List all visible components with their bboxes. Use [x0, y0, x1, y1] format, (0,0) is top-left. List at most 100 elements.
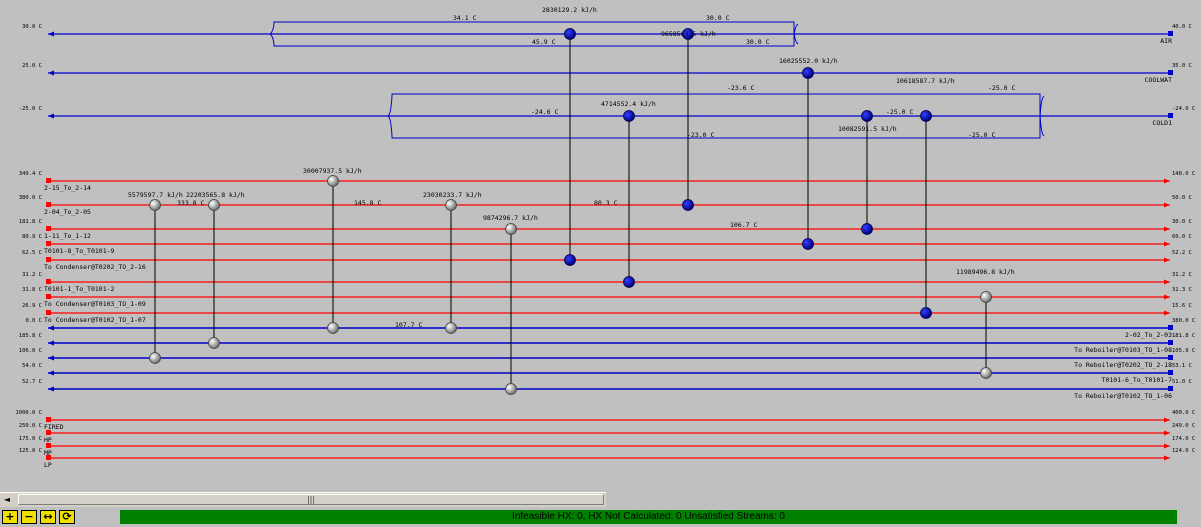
stream-source-marker[interactable]	[1168, 113, 1173, 118]
stream-to-reboiler-t0103-to-1-08[interactable]: 185.8 C 181.8 C To Reboiler@T0103_TO_1-08	[19, 333, 1195, 354]
stream-source-marker[interactable]	[46, 310, 51, 315]
stream-source-marker[interactable]	[1168, 355, 1173, 360]
stream-2-15-to-2-14[interactable]: 349.4 C 140.0 C 2-15_To_2-14	[19, 171, 1195, 192]
stream-right-temperature: 249.0 C	[1172, 423, 1195, 429]
exchanger-node[interactable]	[802, 67, 814, 79]
stream-source-marker[interactable]	[46, 417, 51, 422]
exchanger-node[interactable]	[682, 199, 694, 211]
zoom-out-button[interactable]: −	[21, 510, 37, 524]
heat-exchanger[interactable]: 9874296.7 kJ/h	[483, 214, 538, 395]
heat-exchanger[interactable]: 30007937.5 kJ/h	[303, 167, 362, 334]
stream-t0101-6-to-t0101-7[interactable]: 54.0 C 53.1 C T0101-6_To_T0101-7	[22, 363, 1192, 384]
heat-exchanger[interactable]: 5579597.7 kJ/h	[128, 191, 183, 364]
exchanger-node[interactable]	[327, 322, 339, 334]
exchanger-node[interactable]	[564, 28, 576, 40]
exchanger-node[interactable]	[920, 110, 932, 122]
heat-exchanger[interactable]: 23030233.7 kJ/h	[423, 191, 482, 334]
stream-arrow-icon	[48, 355, 54, 361]
stream-source-marker[interactable]	[46, 294, 51, 299]
stream-source-marker[interactable]	[46, 226, 51, 231]
stream-right-temperature: 53.1 C	[1172, 363, 1192, 369]
intermediate-temperature: 45.9 C	[532, 38, 556, 46]
stream-to-reboiler-t0202-to-2-18[interactable]: 106.0 C 105.9 C To Reboiler@T0202_TO_2-18	[19, 348, 1195, 369]
exchanger-duty-label: 22203565.8 kJ/h	[186, 191, 245, 199]
exchanger-node[interactable]	[802, 238, 814, 250]
stream-source-marker[interactable]	[46, 178, 51, 183]
heat-exchanger[interactable]: 22203565.8 kJ/h	[186, 191, 245, 349]
stream-mp[interactable]: 175.0 C 174.0 CMP	[19, 436, 1195, 457]
stream-left-temperature: 31.8 C	[22, 287, 42, 293]
heat-exchanger[interactable]: 4714552.4 kJ/h	[601, 100, 656, 288]
stream-source-marker[interactable]	[1168, 31, 1173, 36]
exchanger-node[interactable]	[208, 337, 220, 349]
stream-lp[interactable]: 125.0 C 124.0 C LP	[19, 448, 1195, 469]
exchanger-node[interactable]	[564, 254, 576, 266]
stream-left-temperature: 62.5 C	[22, 250, 42, 256]
stream-name: To Condenser@T0202_TO_2-16	[44, 263, 146, 271]
stream-fired[interactable]: 1000.0 C 400.0 C FIRED	[16, 410, 1196, 431]
stream-to-condenser-t0102-to-1-07[interactable]: 26.9 C 15.6 C To Condenser@T0102_TO_1-07	[22, 303, 1192, 324]
stream-right-temperature: 60.0 C	[1172, 234, 1192, 240]
stream-to-reboiler-t0102-to-1-06[interactable]: 52.7 C 51.0 C To Reboiler@T0102_TO_1-06	[22, 379, 1192, 400]
exchanger-node[interactable]	[445, 199, 457, 211]
stream-source-marker[interactable]	[46, 455, 51, 460]
scroll-left-arrow-icon[interactable]: ◄	[2, 495, 12, 505]
refresh-button[interactable]: ⟳	[59, 510, 75, 524]
stream-source-marker[interactable]	[46, 430, 51, 435]
stream-to-condenser-t0202-to-2-16[interactable]: 62.5 C 52.2 C To Condenser@T0202_TO_2-16	[22, 250, 1192, 271]
exchanger-node[interactable]	[327, 175, 339, 187]
stream-source-marker[interactable]	[1168, 340, 1173, 345]
exchanger-node[interactable]	[920, 307, 932, 319]
stream-hp[interactable]: 250.0 C 249.0 C HP	[19, 423, 1195, 444]
exchanger-node[interactable]	[445, 322, 457, 334]
stream-source-marker[interactable]	[46, 257, 51, 262]
stream-t0101-1-to-t0101-2[interactable]: 31.2 C 31.2 C T0101-1_To_T0101-2	[22, 272, 1192, 293]
stream-source-marker[interactable]	[1168, 386, 1173, 391]
stream-2-02-to-2-03[interactable]: 0.0 C 380.0 C 2-02_To_2-03	[25, 318, 1195, 339]
heat-exchanger[interactable]: 11989496.8 kJ/h	[956, 268, 1015, 379]
exchanger-node[interactable]	[980, 291, 992, 303]
stream-name: COOLWAT	[1145, 76, 1172, 84]
stream-source-marker[interactable]	[1168, 70, 1173, 75]
exchanger-node[interactable]	[149, 352, 161, 364]
exchanger-node[interactable]	[623, 276, 635, 288]
exchanger-node[interactable]	[861, 110, 873, 122]
stream-source-marker[interactable]	[1168, 325, 1173, 330]
intermediate-temperature: 107.7 C	[395, 321, 422, 329]
exchanger-node[interactable]	[149, 199, 161, 211]
zoom-in-button[interactable]: +	[2, 510, 18, 524]
stream-1-11-to-1-12[interactable]: 181.8 C 30.0 C 1-11_To_1-12	[19, 219, 1192, 240]
exchanger-node[interactable]	[208, 199, 220, 211]
intermediate-temperature: 30.0 C	[746, 38, 770, 46]
exchanger-node[interactable]	[980, 367, 992, 379]
heat-exchanger[interactable]: 9658563.5 kJ/h	[661, 28, 716, 211]
stream-left-temperature: 30.0 C	[22, 24, 42, 30]
stream-arrow-icon	[1164, 430, 1170, 436]
exchanger-duty-label: 9874296.7 kJ/h	[483, 214, 538, 222]
stream-cold1[interactable]: -25.0 C -24.0 C COLD1	[19, 106, 1195, 127]
exchanger-duty-label: 4714552.4 kJ/h	[601, 100, 656, 108]
exchanger-node[interactable]	[623, 110, 635, 122]
intermediate-temperature: 106.7 C	[730, 221, 757, 229]
intermediate-temperature: -23.0 C	[687, 131, 714, 139]
intermediate-temperature: -25.0 C	[886, 108, 913, 116]
heat-exchanger[interactable]: 10082591.5 kJ/h	[838, 110, 897, 235]
stream-source-marker[interactable]	[46, 443, 51, 448]
heat-exchanger[interactable]: 16025552.0 kJ/h	[779, 57, 838, 250]
fit-view-button[interactable]: ↔	[40, 510, 56, 524]
exchanger-node[interactable]	[505, 383, 517, 395]
stream-air[interactable]: 30.0 C 40.0 C AIR	[22, 24, 1192, 45]
stream-to-condenser-t0103-to-1-09[interactable]: 31.8 C 31.3 C To Condenser@T0103_TO_1-09	[22, 287, 1192, 308]
intermediate-temperature: -25.0 C	[988, 84, 1015, 92]
exchanger-node[interactable]	[505, 223, 517, 235]
horizontal-scrollbar[interactable]: ◄ |||	[0, 492, 606, 507]
stream-source-marker[interactable]	[1168, 370, 1173, 375]
stream-t0101-8-to-t0101-9[interactable]: 80.9 C 60.0 C T0101-8_To_T0101-9	[22, 234, 1192, 255]
exchanger-node[interactable]	[861, 223, 873, 235]
stream-source-marker[interactable]	[46, 241, 51, 246]
stream-source-marker[interactable]	[46, 279, 51, 284]
scroll-thumb[interactable]: |||	[18, 494, 604, 505]
stream-coolwat[interactable]: 25.0 C 35.0 C COOLWAT	[22, 63, 1192, 84]
stream-source-marker[interactable]	[46, 202, 51, 207]
stream-left-temperature: 125.0 C	[19, 448, 42, 454]
